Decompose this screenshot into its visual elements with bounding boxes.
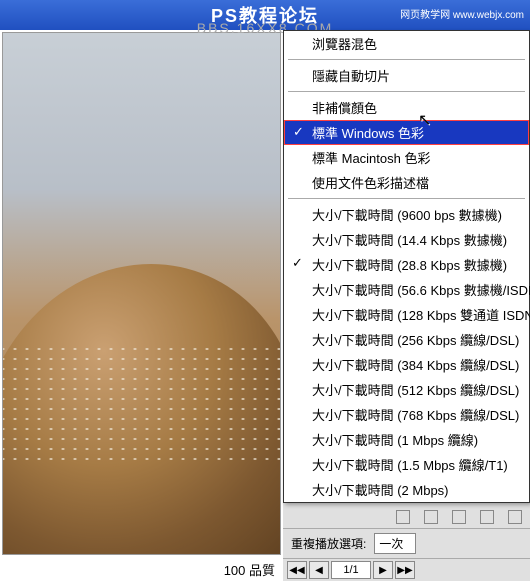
menu-color-option[interactable]: 使用文件色彩描述檔 bbox=[284, 170, 529, 195]
menu-separator bbox=[288, 59, 525, 60]
menu-hide-autoslice[interactable]: 隱藏自動切片 bbox=[284, 63, 529, 88]
check-icon: ✓ bbox=[292, 255, 303, 271]
menu-speed-option[interactable]: 大小/下載時間 (512 Kbps 纜線/DSL) bbox=[284, 377, 529, 402]
tool-icon[interactable] bbox=[396, 510, 410, 524]
pager: ◀◀ ◀ 1/1 ▶ ▶▶ bbox=[283, 558, 530, 581]
menu-speed-option[interactable]: 大小/下載時間 (9600 bps 數據機) bbox=[284, 202, 529, 227]
pager-next-button[interactable]: ▶ bbox=[373, 561, 393, 579]
mouse-cursor-icon: ↖ bbox=[418, 110, 431, 130]
quality-label: 100 品質 bbox=[0, 557, 283, 581]
menu-separator bbox=[288, 91, 525, 92]
check-icon: ✓ bbox=[293, 124, 304, 140]
menu-speed-option[interactable]: 大小/下載時間 (384 Kbps 纜線/DSL) bbox=[284, 352, 529, 377]
menu-speed-option[interactable]: 大小/下載時間 (56.6 Kbps 數據機/ISDN) bbox=[284, 277, 529, 302]
pager-last-button[interactable]: ▶▶ bbox=[395, 561, 415, 579]
preview-image[interactable] bbox=[2, 32, 281, 555]
pager-prev-button[interactable]: ◀ bbox=[309, 561, 329, 579]
repeat-row: 重複播放選項: 一次 bbox=[283, 528, 530, 558]
menu-speed-option[interactable]: ✓大小/下載時間 (28.8 Kbps 數據機) bbox=[284, 252, 529, 277]
menu-speed-option[interactable]: 大小/下載時間 (1 Mbps 纜線) bbox=[284, 427, 529, 452]
options-menu: 浏覽器混色 隱藏自動切片 非補償顏色✓標準 Windows 色彩標準 Macin… bbox=[283, 30, 530, 503]
pager-first-button[interactable]: ◀◀ bbox=[287, 561, 307, 579]
menu-speed-option[interactable]: 大小/下載時間 (2 Mbps) bbox=[284, 477, 529, 502]
menu-separator bbox=[288, 198, 525, 199]
tool-icon[interactable] bbox=[452, 510, 466, 524]
menu-speed-option[interactable]: 大小/下載時間 (128 Kbps 雙通道 ISDN) bbox=[284, 302, 529, 327]
tool-icon[interactable] bbox=[480, 510, 494, 524]
preview-panel: 100 品質 bbox=[0, 30, 283, 581]
menu-speed-option[interactable]: 大小/下載時間 (14.4 Kbps 數據機) bbox=[284, 227, 529, 252]
repeat-select[interactable]: 一次 bbox=[374, 533, 416, 554]
menu-browser-dither[interactable]: 浏覽器混色 bbox=[284, 31, 529, 56]
menu-color-option[interactable]: ✓標準 Windows 色彩 bbox=[284, 120, 529, 145]
menu-speed-option[interactable]: 大小/下載時間 (1.5 Mbps 纜線/T1) bbox=[284, 452, 529, 477]
menu-speed-option[interactable]: 大小/下載時間 (256 Kbps 纜線/DSL) bbox=[284, 327, 529, 352]
repeat-label: 重複播放選項: bbox=[291, 535, 366, 552]
menu-color-option[interactable]: 標準 Macintosh 色彩 bbox=[284, 145, 529, 170]
tool-icon[interactable] bbox=[424, 510, 438, 524]
icon-row bbox=[283, 506, 530, 528]
trash-icon[interactable] bbox=[508, 510, 522, 524]
pager-field[interactable]: 1/1 bbox=[331, 561, 371, 579]
menu-color-option[interactable]: 非補償顏色 bbox=[284, 95, 529, 120]
watermark: 网页教学网 www.webjx.com bbox=[400, 6, 524, 21]
menu-speed-option[interactable]: 大小/下載時間 (768 Kbps 纜線/DSL) bbox=[284, 402, 529, 427]
